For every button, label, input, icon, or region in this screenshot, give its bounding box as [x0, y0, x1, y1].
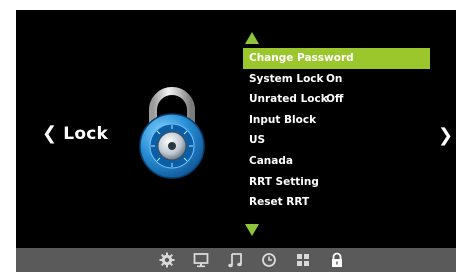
menu-item-label: US [249, 134, 266, 147]
scroll-up-arrow-icon[interactable] [245, 32, 259, 44]
menu-item-label: Canada [249, 154, 293, 167]
menu-item-label: Unrated Lock [249, 93, 328, 106]
menu-item-canada[interactable]: Canada [243, 151, 430, 172]
chevron-right-icon[interactable]: ❯ [438, 125, 453, 146]
lock-page-title: ❮ Lock [42, 123, 108, 144]
chevron-left-icon[interactable]: ❮ [42, 123, 57, 144]
clock-icon[interactable] [260, 251, 278, 269]
scroll-down-arrow-icon[interactable] [245, 224, 259, 236]
menu-item-change-password[interactable]: Change Password [243, 48, 430, 69]
gear-icon[interactable] [158, 251, 176, 269]
music-note-icon[interactable] [226, 251, 244, 269]
category-bar [16, 248, 456, 272]
menu-item-label: Input Block [249, 113, 317, 126]
menu-item-input-block[interactable]: Input Block [243, 110, 430, 131]
menu-item-rrt-setting[interactable]: RRT Setting [243, 172, 430, 193]
menu-item-system-lock[interactable]: System Lock On [243, 69, 430, 90]
lock-settings-menu: Change Password System Lock On Unrated L… [243, 48, 430, 213]
menu-item-reset-rrt[interactable]: Reset RRT [243, 192, 430, 213]
padlock-illustration-icon [139, 87, 205, 179]
menu-item-label: System Lock [249, 72, 324, 85]
grid-icon[interactable] [294, 251, 312, 269]
menu-item-unrated-lock[interactable]: Unrated Lock Off [243, 89, 430, 110]
lock-icon[interactable] [328, 251, 346, 269]
monitor-icon[interactable] [192, 251, 210, 269]
tv-osd-screen: ❮ Lock ❯ Change Password System Lock On … [16, 10, 456, 272]
menu-item-label: RRT Setting [249, 175, 319, 188]
menu-item-label: Change Password [249, 52, 354, 64]
page-title: Lock [63, 123, 108, 144]
menu-item-us[interactable]: US [243, 130, 430, 151]
menu-item-label: Reset RRT [249, 196, 310, 209]
menu-item-value: Off [326, 93, 344, 106]
menu-item-value: On [326, 72, 343, 85]
